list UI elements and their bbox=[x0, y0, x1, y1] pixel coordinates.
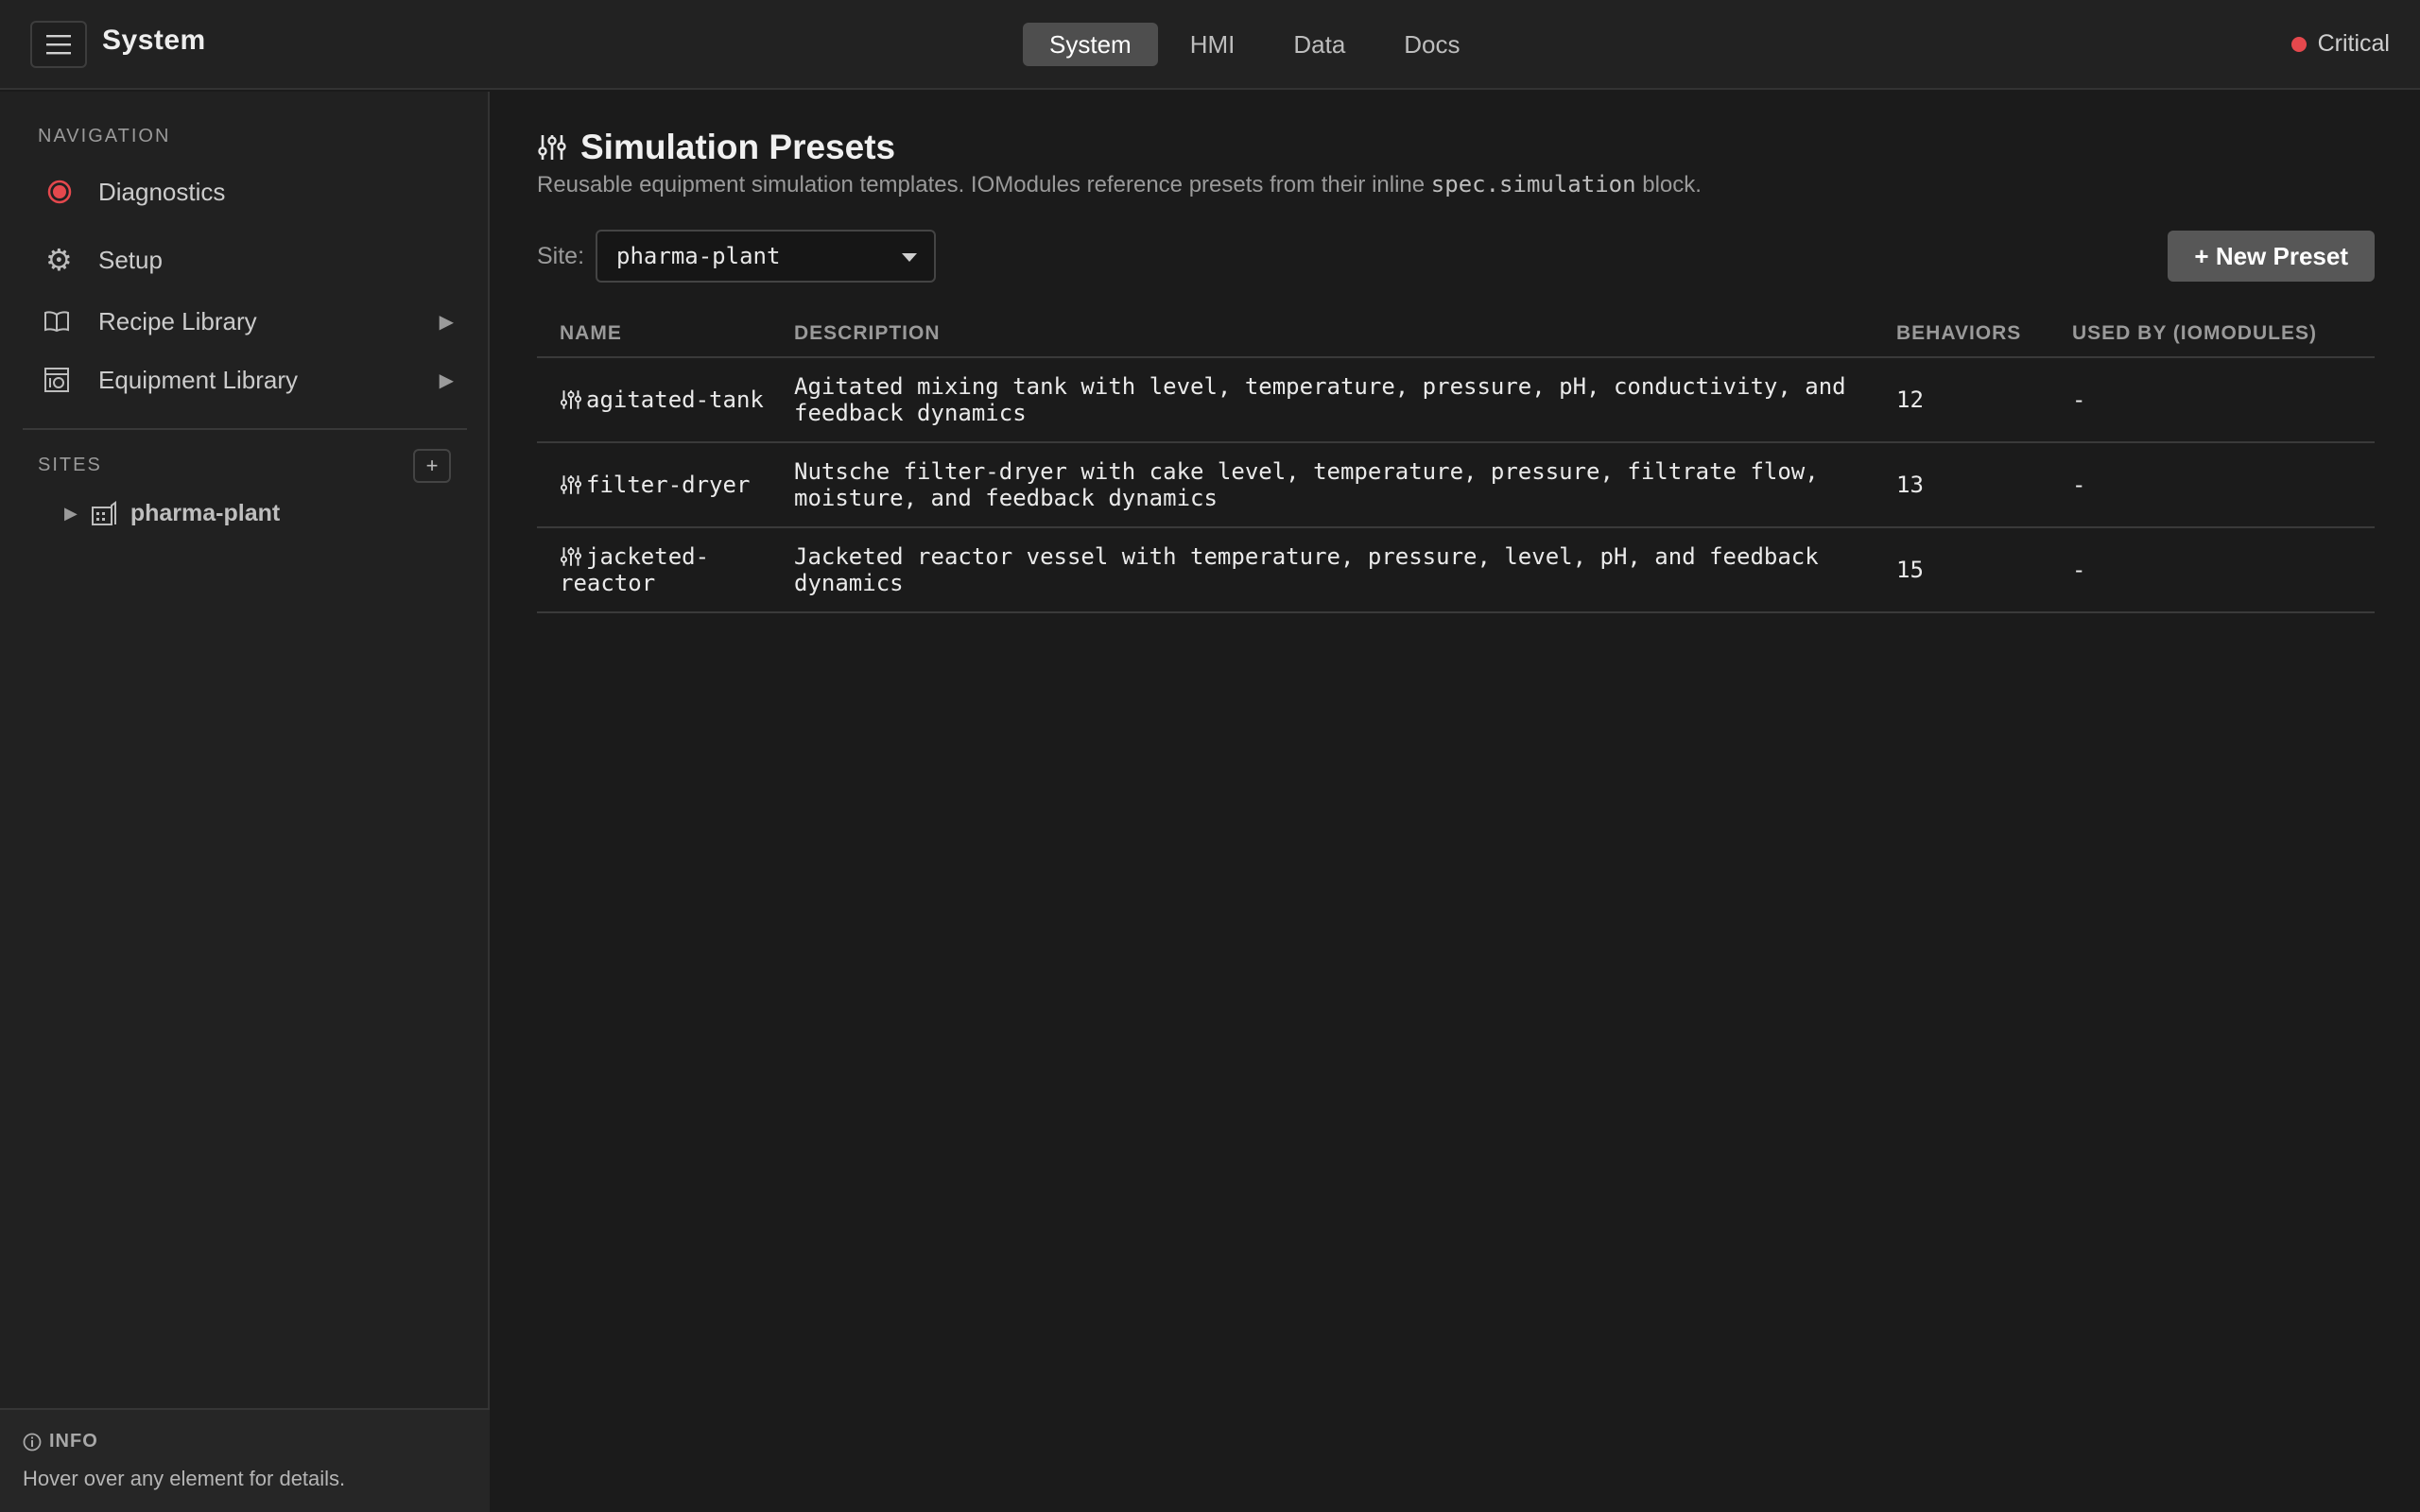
book-icon bbox=[44, 311, 69, 333]
sidebar-item-recipe-library[interactable]: Recipe Library ▶ bbox=[38, 295, 454, 348]
preset-behaviors: 13 bbox=[1896, 472, 1924, 498]
site-select[interactable]: pharma-plant bbox=[596, 230, 937, 283]
system-status[interactable]: Critical bbox=[2290, 30, 2390, 58]
table-row[interactable]: agitated-tank Agitated mixing tank with … bbox=[537, 358, 2375, 443]
info-icon bbox=[23, 1433, 42, 1451]
preset-behaviors: 12 bbox=[1896, 387, 1924, 413]
sidebar: NAVIGATION Diagnostics ⚙ Setup Recipe Li… bbox=[0, 92, 490, 1512]
tab-docs[interactable]: Docs bbox=[1377, 23, 1486, 66]
preset-used-by: - bbox=[2072, 387, 2086, 413]
equipment-icon bbox=[44, 368, 69, 392]
preset-description: Agitated mixing tank with level, tempera… bbox=[794, 373, 1846, 426]
preset-behaviors: 15 bbox=[1896, 557, 1924, 583]
sliders-icon bbox=[560, 475, 582, 494]
page-header: Simulation Presets bbox=[537, 128, 895, 167]
chevron-down-icon bbox=[902, 253, 918, 262]
sidebar-item-label: Equipment Library bbox=[98, 365, 298, 394]
table-row[interactable]: filter-dryer Nutsche filter-dryer with c… bbox=[537, 443, 2375, 528]
preset-description: Nutsche filter-dryer with cake level, te… bbox=[794, 458, 1819, 511]
sidebar-item-setup[interactable]: ⚙ Setup bbox=[38, 233, 454, 286]
main-tabs: System HMI Data Docs bbox=[1023, 23, 1487, 66]
subtitle-code: spec.simulation bbox=[1430, 171, 1636, 198]
column-header-description[interactable]: DESCRIPTION bbox=[794, 322, 1896, 345]
subtitle-text: Reusable equipment simulation templates.… bbox=[537, 172, 1431, 198]
status-dot-icon bbox=[2290, 36, 2307, 52]
column-header-name[interactable]: NAME bbox=[537, 322, 794, 345]
tab-system[interactable]: System bbox=[1023, 23, 1158, 66]
preset-used-by: - bbox=[2072, 557, 2086, 583]
menu-toggle-button[interactable] bbox=[30, 21, 87, 68]
sliders-icon bbox=[560, 390, 582, 409]
preset-name-cell[interactable]: jacketed-reactor bbox=[537, 543, 794, 596]
table-header: NAME DESCRIPTION BEHAVIORS USED BY (IOMO… bbox=[537, 311, 2375, 358]
column-header-behaviors[interactable]: BEHAVIORS bbox=[1896, 322, 2072, 345]
hamburger-icon bbox=[46, 35, 71, 55]
page-title: Simulation Presets bbox=[580, 128, 896, 166]
preset-used-by: - bbox=[2072, 472, 2086, 498]
presets-table: NAME DESCRIPTION BEHAVIORS USED BY (IOMO… bbox=[537, 311, 2375, 613]
expand-arrow-icon[interactable]: ▶ bbox=[64, 504, 78, 524]
site-field-label: Site: bbox=[537, 242, 585, 269]
subtitle-text-end: block. bbox=[1635, 172, 1702, 198]
sites-section-label: SITES bbox=[38, 455, 102, 475]
status-label: Critical bbox=[2317, 30, 2390, 57]
site-tree-item-pharma-plant[interactable]: ▶ pharma-plant bbox=[64, 494, 280, 532]
building-icon bbox=[91, 501, 116, 525]
sidebar-item-label: Diagnostics bbox=[98, 177, 226, 206]
sidebar-item-equipment-library[interactable]: Equipment Library ▶ bbox=[38, 353, 454, 406]
gear-icon: ⚙ bbox=[45, 243, 73, 277]
expand-arrow-icon[interactable]: ▶ bbox=[440, 310, 454, 334]
site-select-value: pharma-plant bbox=[616, 243, 781, 269]
preset-name: filter-dryer bbox=[586, 472, 751, 498]
record-icon bbox=[47, 180, 72, 204]
sliders-icon bbox=[560, 547, 582, 566]
sidebar-item-diagnostics[interactable]: Diagnostics bbox=[38, 165, 454, 218]
preset-name: agitated-tank bbox=[586, 387, 764, 413]
add-site-button[interactable]: + bbox=[413, 449, 451, 483]
info-title: INFO bbox=[49, 1431, 98, 1452]
preset-description: Jacketed reactor vessel with temperature… bbox=[794, 543, 1819, 596]
sidebar-item-label: Recipe Library bbox=[98, 306, 257, 335]
expand-arrow-icon[interactable]: ▶ bbox=[440, 369, 454, 392]
tab-data[interactable]: Data bbox=[1267, 23, 1372, 66]
info-panel: INFO Hover over any element for details. bbox=[0, 1408, 490, 1512]
table-row[interactable]: jacketed-reactor Jacketed reactor vessel… bbox=[537, 528, 2375, 613]
navigation-section-label: NAVIGATION bbox=[38, 126, 171, 146]
page-subtitle: Reusable equipment simulation templates.… bbox=[537, 171, 1702, 198]
sidebar-item-label: Setup bbox=[98, 245, 163, 274]
preset-name-cell[interactable]: agitated-tank bbox=[537, 387, 794, 413]
tab-hmi[interactable]: HMI bbox=[1164, 23, 1262, 66]
site-filter: Site: pharma-plant bbox=[537, 230, 937, 283]
preset-name-cell[interactable]: filter-dryer bbox=[537, 472, 794, 498]
app-title: System bbox=[102, 25, 206, 56]
sidebar-divider bbox=[23, 428, 467, 430]
top-bar: System System HMI Data Docs Critical bbox=[0, 0, 2420, 90]
sliders-icon bbox=[538, 135, 566, 160]
info-text: Hover over any element for details. bbox=[23, 1467, 346, 1490]
main-content: Simulation Presets Reusable equipment si… bbox=[492, 92, 2420, 1512]
site-label: pharma-plant bbox=[130, 499, 281, 526]
new-preset-button[interactable]: + New Preset bbox=[2168, 231, 2375, 282]
column-header-used-by[interactable]: USED BY (IOMODULES) bbox=[2072, 322, 2375, 345]
